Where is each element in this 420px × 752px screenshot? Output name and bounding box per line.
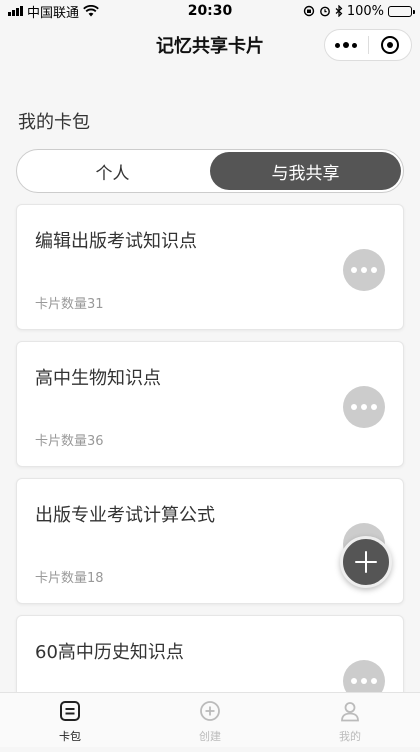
segment-control: 个人 与我共享 bbox=[16, 149, 404, 193]
more-dot bbox=[351, 267, 357, 273]
close-program-button[interactable] bbox=[369, 30, 412, 60]
card-title: 高中生物知识点 bbox=[35, 368, 161, 389]
card-title: 编辑出版考试知识点 bbox=[35, 231, 197, 252]
status-bar: 中国联通 20:30 100% bbox=[0, 0, 420, 22]
status-right: 100% bbox=[303, 3, 415, 19]
plus-icon bbox=[355, 551, 377, 573]
segment-option[interactable]: 与我共享 bbox=[210, 152, 401, 190]
orientation-lock-icon bbox=[303, 5, 315, 17]
mini-program-capsule bbox=[324, 29, 412, 61]
card-count: 卡片数量31 bbox=[35, 297, 104, 312]
alarm-icon bbox=[319, 6, 330, 17]
more-dot bbox=[371, 404, 377, 410]
status-left: 中国联通 bbox=[8, 2, 99, 21]
close-target-icon bbox=[380, 36, 399, 54]
tab-label: 创建 bbox=[199, 730, 221, 743]
battery-icon bbox=[388, 5, 415, 17]
more-dot bbox=[361, 404, 367, 410]
card-pack-icon bbox=[59, 700, 81, 728]
more-dot bbox=[351, 404, 357, 410]
section-title: 我的卡包 bbox=[18, 112, 90, 133]
card-title: 60高中历史知识点 bbox=[35, 642, 184, 663]
tab-0[interactable]: 卡包 bbox=[0, 693, 140, 747]
card-list: 编辑出版考试知识点 卡片数量31 高中生物知识点 卡片数量36 出版专业考试计算公式 卡片… bbox=[16, 204, 404, 752]
profile-icon bbox=[339, 700, 361, 728]
card-pack-item[interactable]: 出版专业考试计算公式卡片数量18 bbox=[16, 478, 404, 604]
card-pack-item[interactable]: 编辑出版考试知识点卡片数量31 bbox=[16, 204, 404, 330]
card-more-button[interactable] bbox=[343, 386, 385, 428]
more-dot bbox=[361, 267, 367, 273]
tab-2[interactable]: 我的 bbox=[280, 693, 420, 747]
add-card-button[interactable] bbox=[340, 536, 392, 588]
more-menu-button[interactable] bbox=[325, 30, 368, 60]
card-title: 出版专业考试计算公式 bbox=[35, 505, 215, 526]
card-more-button[interactable] bbox=[343, 249, 385, 291]
tab-label: 卡包 bbox=[59, 730, 81, 743]
segment-option[interactable]: 个人 bbox=[17, 150, 208, 192]
bluetooth-icon bbox=[335, 5, 343, 17]
more-dot bbox=[361, 678, 367, 684]
page-title: 记忆共享卡片 bbox=[156, 36, 264, 57]
nav-bar: 记忆共享卡片 bbox=[0, 22, 420, 68]
card-pack-item[interactable]: 高中生物知识点卡片数量36 bbox=[16, 341, 404, 467]
battery-percent: 100% bbox=[346, 3, 384, 19]
more-dots-icon bbox=[335, 42, 358, 48]
tab-label: 我的 bbox=[339, 730, 361, 743]
more-dot bbox=[351, 678, 357, 684]
wifi-icon bbox=[83, 5, 99, 17]
tab-1[interactable]: 创建 bbox=[140, 693, 280, 747]
card-count: 卡片数量36 bbox=[35, 434, 104, 449]
more-dot bbox=[371, 267, 377, 273]
card-count: 卡片数量18 bbox=[35, 571, 104, 586]
signal-icon bbox=[8, 6, 23, 16]
tab-bar: 卡包 创建 我的 bbox=[0, 692, 420, 747]
more-dot bbox=[371, 678, 377, 684]
carrier-name: 中国联通 bbox=[27, 5, 80, 21]
create-plus-icon bbox=[199, 700, 221, 728]
